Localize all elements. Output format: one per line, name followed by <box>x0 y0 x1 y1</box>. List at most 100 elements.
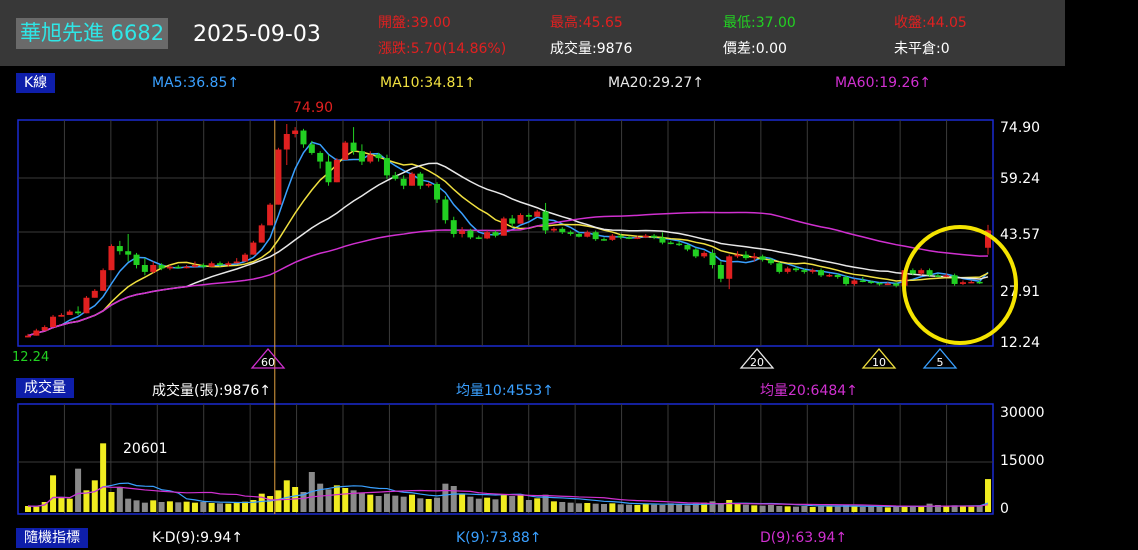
min-price-label: 12.24 <box>12 350 49 365</box>
candle-body <box>33 330 40 336</box>
candle-body <box>133 254 140 265</box>
ma60-line <box>27 211 989 337</box>
candle-body <box>392 175 399 179</box>
volume-bar <box>884 507 891 512</box>
volume-bar <box>158 502 165 512</box>
volume-bar <box>684 505 691 512</box>
volume-tick-label: 15000 <box>1000 453 1045 469</box>
volume-bar <box>191 502 198 512</box>
candle-body <box>208 263 215 267</box>
candle-body <box>951 275 958 284</box>
candle-body <box>183 266 190 269</box>
stock-chart[interactable]: 74.90 59.24 43.57 27.91 12.24 30000 15000 0 74.9… <box>0 0 1138 550</box>
volume-bar <box>33 506 40 512</box>
candle-body <box>734 254 741 257</box>
candle-body <box>634 237 641 239</box>
candle-body <box>350 142 357 152</box>
candle-body <box>417 173 424 186</box>
volume-bar <box>200 502 207 512</box>
candle-body <box>559 228 566 233</box>
candle-body <box>584 232 591 237</box>
volume-bar <box>459 493 466 512</box>
volume-bar <box>58 497 65 512</box>
volume-bar <box>392 495 399 512</box>
candle-body <box>434 183 441 200</box>
volume-bar <box>926 503 933 512</box>
candle-body <box>626 237 633 239</box>
volume-bar <box>976 506 983 512</box>
candle-body <box>333 159 340 183</box>
volume-bar <box>859 507 866 512</box>
volume-bar <box>125 498 132 512</box>
volume-bar <box>492 499 499 512</box>
candle-body <box>651 235 658 238</box>
ma10-line <box>27 150 989 337</box>
candle-body <box>442 199 449 221</box>
price-tick-label: 27.91 <box>1000 284 1040 300</box>
candle-body <box>358 151 365 162</box>
volume-bar <box>183 501 190 512</box>
candle-body <box>50 316 57 328</box>
volume-bar <box>943 506 950 512</box>
volume-bar <box>617 504 624 512</box>
candle-body <box>409 173 415 186</box>
candle-body <box>267 204 274 226</box>
candle-body <box>125 251 132 255</box>
candle-body <box>300 130 307 145</box>
candle-body <box>859 280 866 283</box>
candle-body <box>425 183 432 186</box>
volume-bar <box>233 502 240 512</box>
volume-bar <box>100 443 107 512</box>
volume-bar <box>358 492 365 512</box>
volume-bar <box>584 503 591 512</box>
volume-bar <box>267 496 274 512</box>
volume-bar <box>450 486 457 512</box>
volume-bar <box>759 505 766 512</box>
candle-body <box>534 211 541 217</box>
volume-bar <box>166 501 173 512</box>
candle-body <box>83 297 90 314</box>
candle-body <box>250 242 257 255</box>
candle-body <box>108 246 115 271</box>
candle-body <box>484 232 491 239</box>
volume-bar <box>108 492 115 512</box>
volume-bar <box>275 490 282 512</box>
volume-bar <box>434 497 441 512</box>
volume-bar <box>634 505 641 512</box>
candle-body <box>550 228 557 231</box>
volume-tick-label: 30000 <box>1000 405 1045 421</box>
candle-body <box>283 133 290 150</box>
candle-body <box>918 270 925 274</box>
candle-body <box>575 233 582 237</box>
candle-body <box>968 281 975 284</box>
volume-tick-label: 0 <box>1000 501 1009 517</box>
volume-bar <box>592 503 599 512</box>
candle-body <box>909 270 916 274</box>
volume-bar <box>609 503 616 512</box>
candle-body <box>175 266 182 269</box>
candle-body <box>450 220 457 234</box>
candle-body <box>166 266 173 269</box>
candle-body <box>701 252 708 257</box>
volume-bar <box>575 503 582 512</box>
volume-bar <box>409 494 415 512</box>
candle-body <box>684 244 691 250</box>
candle-body <box>609 235 616 240</box>
candle-body <box>709 252 716 265</box>
volume-bar <box>567 502 574 512</box>
volume-bar <box>66 498 73 512</box>
candle-body <box>809 270 816 272</box>
candle-body <box>150 264 157 272</box>
volume-bar <box>534 498 541 512</box>
candle-body <box>258 225 265 243</box>
candle-body <box>383 158 390 176</box>
candle-body <box>776 263 783 272</box>
volume-bar <box>868 506 875 512</box>
volume-bar <box>809 507 816 512</box>
candle-body <box>851 280 858 284</box>
candle-body <box>292 130 299 134</box>
candle-body <box>926 270 933 276</box>
candle-body <box>75 311 82 314</box>
volume-bar <box>559 502 566 512</box>
candle-body <box>367 154 374 162</box>
